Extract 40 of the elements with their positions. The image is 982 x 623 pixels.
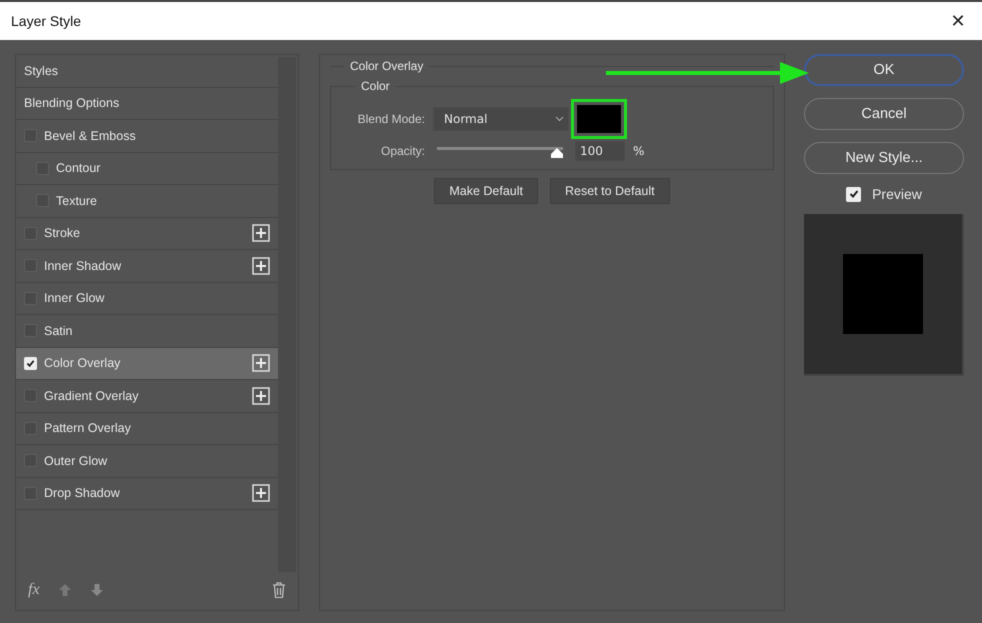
add-icon[interactable] (252, 256, 270, 275)
add-icon[interactable] (252, 386, 270, 405)
dialog-button[interactable]: New Style... (804, 142, 964, 174)
up-arrow-icon[interactable] (58, 583, 72, 597)
add-icon[interactable] (252, 224, 270, 242)
caret-icon (555, 116, 564, 122)
style-item[interactable]: Stroke (16, 218, 278, 250)
color-swatch[interactable] (576, 104, 622, 134)
blend-mode-dropdown[interactable]: Normal (433, 107, 569, 131)
panel-button[interactable]: Reset to Default (550, 178, 670, 204)
preview-label: Preview (872, 186, 922, 202)
opacity-label: Opacity: (380, 144, 425, 158)
percent-label: % (633, 144, 644, 158)
style-item[interactable]: Drop Shadow (16, 478, 278, 510)
style-item[interactable]: Bevel & Emboss (16, 120, 278, 152)
checkmark-icon (848, 189, 859, 199)
style-item[interactable]: Inner Glow (16, 282, 278, 315)
panel-button[interactable]: Make Default (434, 178, 538, 204)
add-icon[interactable] (252, 354, 270, 372)
scrollbar[interactable] (278, 57, 296, 572)
down-arrow-icon[interactable] (90, 583, 104, 597)
trash-icon[interactable] (272, 582, 286, 598)
dialog-button[interactable]: OK (804, 54, 964, 86)
fx-menu-button[interactable]: fx (28, 581, 40, 599)
opacity-field[interactable]: 100 (575, 141, 625, 161)
style-item[interactable]: Texture (16, 185, 278, 218)
dialog-button[interactable]: Cancel (804, 98, 964, 130)
group-title: Color (360, 79, 391, 93)
add-icon[interactable] (252, 484, 270, 502)
checkmark-icon (26, 358, 35, 368)
style-item[interactable]: Inner Shadow (16, 250, 278, 282)
blend-mode-label: Blend Mode: (356, 112, 425, 126)
style-item[interactable]: Contour (16, 152, 278, 185)
close-button[interactable]: ✕ (940, 9, 976, 33)
style-item[interactable]: Pattern Overlay (16, 412, 278, 445)
style-item[interactable]: Gradient Overlay (16, 380, 278, 412)
style-item[interactable]: Outer Glow (16, 445, 278, 478)
style-item[interactable]: Color Overlay (16, 348, 278, 380)
group-title: Color Overlay (349, 59, 424, 73)
window-title: Layer Style (11, 13, 82, 29)
